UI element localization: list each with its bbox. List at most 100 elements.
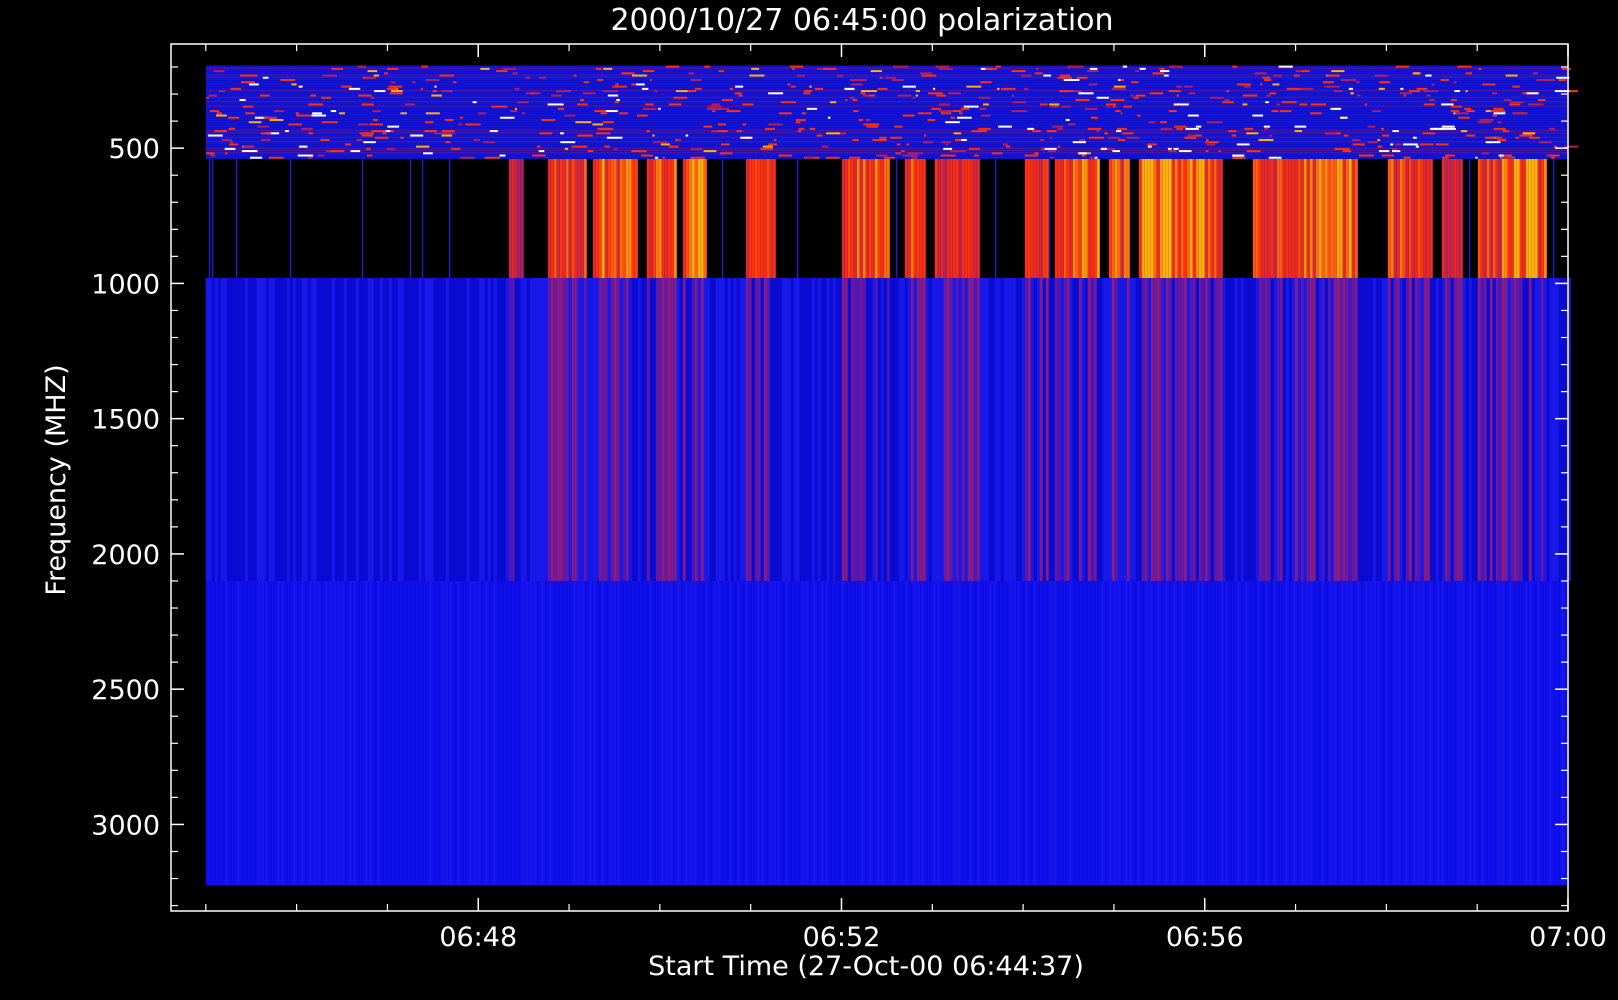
burst-stripe	[1513, 158, 1517, 278]
noise-speck	[592, 123, 604, 126]
noise-speck	[685, 134, 689, 137]
time-stripe	[286, 277, 290, 581]
time-stripe	[1485, 580, 1488, 886]
burst-stripe	[766, 158, 770, 278]
time-stripe	[885, 580, 888, 886]
noise-speck	[1425, 74, 1432, 77]
burst-stripe	[556, 158, 560, 278]
noise-speck	[712, 110, 716, 113]
time-stripe	[785, 580, 788, 886]
time-stripe	[787, 277, 791, 581]
time-stripe	[1461, 580, 1464, 886]
noise-speck	[514, 107, 517, 110]
noise-speck	[774, 138, 777, 141]
time-stripe	[553, 277, 557, 581]
time-stripe	[1480, 277, 1484, 581]
time-stripe	[244, 277, 248, 581]
time-stripe	[814, 277, 818, 581]
noise-speck	[1104, 132, 1108, 135]
burst-stripe	[652, 158, 656, 278]
time-stripe	[1021, 580, 1024, 886]
noise-speck	[350, 150, 361, 153]
time-stripe	[317, 580, 320, 886]
noise-speck	[1460, 130, 1468, 133]
noise-speck	[1495, 136, 1503, 139]
noise-speck	[1115, 110, 1121, 113]
burst-stripe	[688, 158, 692, 278]
noise-speck	[778, 112, 792, 115]
noise-speck	[532, 154, 546, 157]
noise-speck	[825, 156, 840, 159]
time-stripe	[249, 580, 252, 886]
burst-stripe	[904, 158, 908, 278]
frequency-row	[205, 92, 1568, 94]
noise-speck	[510, 110, 518, 113]
time-stripe	[1549, 277, 1553, 581]
time-stripe	[561, 580, 564, 886]
time-stripe	[1276, 277, 1280, 581]
time-stripe	[757, 277, 761, 581]
noise-speck	[1222, 101, 1234, 104]
noise-speck	[1036, 67, 1039, 70]
time-stripe	[1113, 580, 1116, 886]
time-stripe	[1210, 277, 1214, 581]
x-tick-label: 06:56	[1166, 922, 1244, 953]
time-stripe	[1372, 277, 1376, 581]
noise-speck	[441, 130, 455, 133]
noise-speck	[938, 67, 953, 70]
noise-speck	[245, 112, 255, 115]
noise-speck	[827, 116, 831, 119]
time-stripe	[1291, 277, 1295, 581]
noise-speck	[1112, 150, 1120, 153]
time-stripe	[625, 277, 629, 581]
time-stripe	[973, 277, 977, 581]
burst-stripe	[934, 158, 938, 278]
time-stripe	[508, 277, 512, 581]
noise-speck	[1059, 90, 1067, 93]
time-stripe	[269, 580, 272, 886]
time-stripe	[1301, 580, 1304, 886]
noise-speck	[892, 78, 904, 81]
noise-speck	[642, 70, 655, 73]
time-stripe	[1437, 580, 1440, 886]
noise-speck	[1352, 143, 1365, 146]
time-stripe	[418, 277, 422, 581]
noise-speck	[460, 116, 463, 119]
noise-speck	[1479, 118, 1494, 121]
noise-speck	[1246, 132, 1259, 135]
noise-speck	[384, 72, 388, 75]
time-stripe	[472, 277, 476, 581]
time-stripe	[1267, 277, 1271, 581]
noise-speck	[1068, 123, 1076, 126]
time-stripe	[976, 277, 980, 581]
noise-speck	[587, 150, 594, 153]
noise-speck	[218, 90, 225, 93]
time-stripe	[1360, 277, 1364, 581]
burst-stripe	[916, 158, 920, 278]
time-stripe	[421, 580, 424, 886]
noise-speck	[1168, 110, 1177, 113]
noise-speck	[310, 94, 317, 97]
noise-speck	[717, 123, 726, 126]
noise-speck	[330, 150, 345, 153]
noise-speck	[1273, 74, 1282, 77]
noise-speck	[1243, 85, 1251, 88]
time-stripe	[328, 277, 332, 581]
time-stripe	[753, 580, 756, 886]
noise-speck	[364, 103, 375, 106]
noise-speck	[1269, 134, 1273, 137]
time-stripe	[802, 277, 806, 581]
time-stripe	[1207, 277, 1211, 581]
noise-speck	[1122, 65, 1128, 68]
burst-stripe	[1093, 158, 1097, 278]
noise-speck	[1113, 85, 1126, 88]
time-stripe	[307, 277, 311, 581]
noise-speck	[1135, 70, 1139, 73]
noise-speck	[502, 67, 517, 70]
noise-speck	[1236, 143, 1250, 146]
time-stripe	[550, 277, 554, 581]
noise-speck	[895, 152, 902, 155]
time-stripe	[1420, 277, 1424, 581]
time-stripe	[616, 277, 620, 581]
time-stripe	[718, 277, 722, 581]
